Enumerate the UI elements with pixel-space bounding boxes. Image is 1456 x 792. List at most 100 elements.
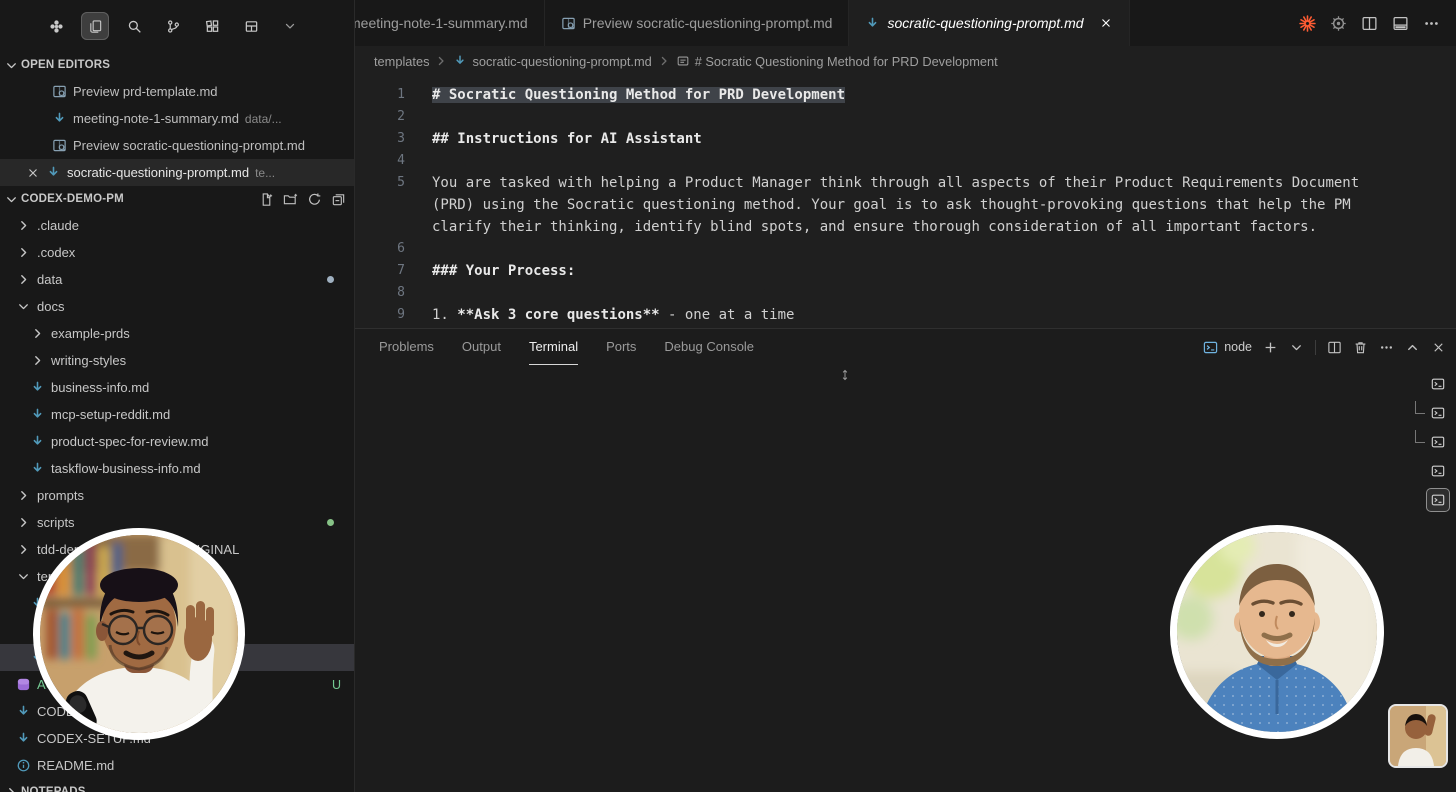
open-editor-item[interactable]: Preview prd-template.md [0, 78, 354, 105]
tree-item[interactable]: .claude [0, 212, 354, 239]
claude-extension-button[interactable] [1299, 14, 1316, 32]
editor-line[interactable]: 8 [355, 282, 1456, 304]
open-editors-header[interactable]: OPEN EDITORS [0, 52, 354, 78]
line-number: 2 [397, 109, 405, 124]
kill-terminal-button[interactable] [1353, 340, 1368, 355]
tree-item[interactable]: data [0, 266, 354, 293]
editor-line[interactable]: 9 1. **Ask 3 core questions** - one at a … [355, 304, 1456, 326]
open-editors-list: Preview prd-template.md meeting-note-1-su… [0, 78, 354, 186]
terminal-tab[interactable] [1415, 400, 1449, 424]
editor-line[interactable]: 1 # Socratic Questioning Method for PRD D… [355, 84, 1456, 106]
new-folder-button[interactable] [283, 192, 298, 207]
terminal-tab[interactable] [1415, 429, 1449, 453]
tree-item[interactable]: .codex [0, 239, 354, 266]
more-views-button[interactable] [276, 12, 304, 40]
tree-guide-line [1415, 429, 1425, 443]
extension-logo-button[interactable] [1330, 15, 1347, 32]
close-tab-button[interactable] [1099, 16, 1113, 30]
terminal-tab[interactable] [1427, 373, 1449, 395]
tree-item[interactable]: taskflow-business-info.md [0, 455, 354, 482]
split-editor-button[interactable] [1361, 15, 1378, 32]
panel-tab-terminal[interactable]: Terminal [528, 329, 579, 365]
editor-line[interactable]: 3 ## Instructions for AI Assistant [355, 128, 1456, 150]
open-editor-item[interactable]: meeting-note-1-summary.md data/... [0, 105, 354, 132]
preview-icon [52, 138, 67, 153]
breadcrumb-item[interactable]: # Socratic Questioning Method for PRD De… [676, 54, 998, 69]
notepads-header[interactable]: NOTEPADS [0, 779, 354, 792]
terminal-profile-button[interactable] [1289, 340, 1304, 355]
editor-tab[interactable]: Preview socratic-questioning-prompt.md [544, 0, 850, 46]
explorer-button[interactable] [81, 12, 109, 40]
open-editor-path: te... [255, 165, 276, 180]
tree-item[interactable]: example-prds [0, 320, 354, 347]
search-button[interactable] [120, 12, 148, 40]
markdown-icon [453, 54, 467, 68]
editor-line[interactable]: 6 [355, 238, 1456, 260]
tree-item-label: docs [37, 299, 65, 314]
terminal-shell-label: node [1224, 340, 1252, 354]
editor-more-button[interactable] [1423, 15, 1440, 32]
tree-item[interactable]: docs [0, 293, 354, 320]
terminal-shell-selector[interactable]: node [1203, 340, 1252, 355]
panel-tab-debug-console[interactable]: Debug Console [664, 329, 754, 365]
tree-item[interactable]: product-spec-for-review.md [0, 428, 354, 455]
chevron-right-icon [434, 54, 448, 68]
editor-line[interactable]: 2 [355, 106, 1456, 128]
tree-item[interactable]: writing-styles [0, 347, 354, 374]
tree-item[interactable]: business-info.md [0, 374, 354, 401]
git-status-badge: U [331, 677, 341, 692]
source-control-button[interactable] [159, 12, 187, 40]
editor-tab[interactable]: meeting-note-1-summary.md [355, 0, 545, 46]
toggle-panel-button[interactable] [1392, 15, 1409, 32]
divider [1315, 339, 1316, 355]
tree-item[interactable]: mcp-setup-reddit.md [0, 401, 354, 428]
maximize-panel-button[interactable] [1405, 340, 1420, 355]
breadcrumb-item[interactable]: socratic-questioning-prompt.md [453, 54, 652, 69]
terminal-tab[interactable] [1427, 460, 1449, 482]
editor-tab[interactable]: socratic-questioning-prompt.md [849, 0, 1130, 46]
editor-line[interactable]: 4 [355, 150, 1456, 172]
panel-tab-ports[interactable]: Ports [606, 329, 636, 365]
refresh-explorer-button[interactable] [307, 192, 322, 207]
open-editor-item[interactable]: socratic-questioning-prompt.md te... [0, 159, 354, 186]
line-text [432, 238, 1377, 260]
editor-line[interactable]: 7 ### Your Process: [355, 260, 1456, 282]
tree-item[interactable]: README.md [0, 752, 354, 779]
panel-resize-handle[interactable] [839, 367, 851, 383]
line-segment: **Ask 3 core questions** [457, 307, 660, 323]
tree-item[interactable]: scripts [0, 509, 354, 536]
line-segment: 1. [432, 307, 458, 323]
tree-item[interactable]: prompts [0, 482, 354, 509]
tree-item-label: example-prds [51, 326, 130, 341]
layout-grid-button[interactable] [237, 12, 265, 40]
collapse-folders-button[interactable] [331, 192, 346, 207]
open-editor-label: Preview prd-template.md [73, 84, 218, 99]
close-editor-button[interactable] [26, 166, 40, 180]
new-file-button[interactable] [259, 192, 274, 207]
line-text [432, 106, 1377, 128]
editor-content[interactable]: 1 # Socratic Questioning Method for PRD D… [355, 76, 1456, 328]
project-header[interactable]: CODEX-DEMO-PM [0, 186, 354, 212]
search-icon [127, 19, 142, 34]
line-number: 4 [397, 153, 405, 168]
editor-tab-label: socratic-questioning-prompt.md [887, 15, 1084, 31]
extensions-button[interactable] [198, 12, 226, 40]
line-text: You are tasked with helping a Product Ma… [432, 175, 1368, 235]
split-terminal-button[interactable] [1327, 340, 1342, 355]
chevron-right-icon [16, 218, 31, 233]
terminal-tab[interactable] [1427, 489, 1449, 511]
breadcrumb-item[interactable]: templates [374, 54, 429, 69]
panel-more-button[interactable] [1379, 340, 1394, 355]
panel-tab-problems[interactable]: Problems [379, 329, 434, 365]
new-terminal-button[interactable] [1263, 340, 1278, 355]
tree-item-label: .claude [37, 218, 79, 233]
editor-line[interactable]: 5 You are tasked with helping a Product M… [355, 172, 1456, 238]
copilot-button[interactable] [42, 12, 70, 40]
open-editor-item[interactable]: Preview socratic-questioning-prompt.md [0, 132, 354, 159]
chevron-down-icon [4, 192, 19, 207]
notepads-title: NOTEPADS [21, 786, 86, 792]
presenter-right-illustration [1177, 532, 1377, 732]
panel-tab-output[interactable]: Output [462, 329, 501, 365]
open-editor-label: Preview socratic-questioning-prompt.md [73, 138, 305, 153]
close-panel-button[interactable] [1431, 340, 1446, 355]
